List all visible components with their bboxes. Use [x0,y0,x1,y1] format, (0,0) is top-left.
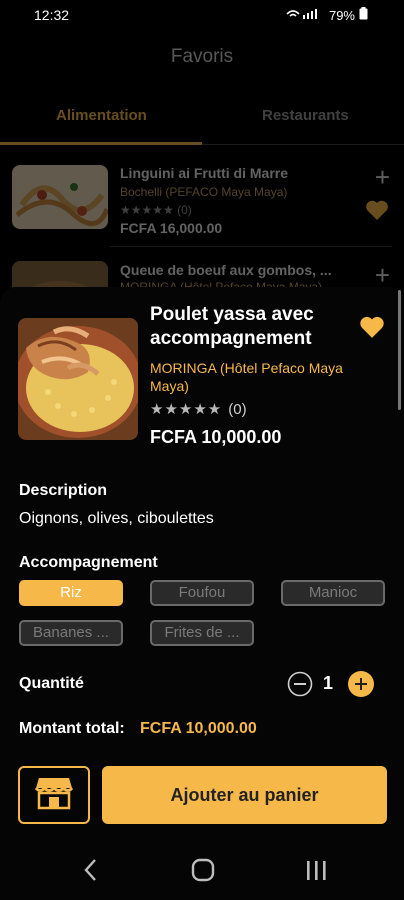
option-foufou[interactable]: Foufou [150,580,254,606]
restaurant-name[interactable]: MORINGA (Hôtel Pefaco Maya Maya) [150,359,380,395]
rating-count: (0) [228,400,247,418]
page-title: Favoris [170,46,234,67]
battery-icon [359,7,368,23]
dish-image [18,318,138,440]
description-text: Oignons, olives, ciboulettes [19,510,214,527]
nav-back-icon[interactable] [82,857,98,888]
status-bar: 12:32 79% [0,0,404,30]
heart-icon[interactable] [364,199,390,227]
tab-alimentation[interactable]: Alimentation [56,107,147,124]
scrollbar[interactable] [398,290,401,410]
option-riz[interactable]: Riz [19,580,123,606]
plus-circle-icon[interactable] [348,671,374,697]
description-heading: Description [19,482,108,499]
option-bananes[interactable]: Bananes ... [19,620,123,646]
plus-icon[interactable]: + [375,162,390,193]
dish-thumbnail [12,165,108,229]
nav-home-icon[interactable] [191,857,215,888]
option-manioc[interactable]: Manioc [281,580,385,606]
nav-recents-icon[interactable] [304,857,328,888]
system-nav-bar [0,845,404,900]
item-title: Queue de boeuf aux gombos, ... [120,262,332,278]
tab-active-indicator [0,142,202,145]
minus-circle-icon[interactable] [287,671,313,697]
total-label: Montant total: [19,720,125,737]
accompaniment-heading: Accompagnement [19,554,158,571]
list-item[interactable]: Linguini ai Frutti di Marre Bochelli (PE… [0,147,404,247]
heart-icon[interactable] [359,315,385,344]
signal-icon [285,8,325,23]
quantity-value: 1 [323,673,334,693]
status-time: 12:32 [34,7,70,23]
dish-title: Poulet yassa avec accompagnement [150,304,314,349]
rating-stars: ★★★★★ [150,401,223,418]
quantity-label: Quantité [19,675,84,692]
dish-price: FCFA 10,000.00 [150,427,282,447]
item-restaurant: Bochelli (PEFACO Maya Maya) [120,185,288,199]
item-rating: ★★★★★ (0) [120,203,192,217]
item-title: Linguini ai Frutti di Marre [120,165,288,181]
battery-percent: 79% [328,7,355,23]
store-button[interactable] [18,766,90,824]
option-frites[interactable]: Frites de ... [150,620,254,646]
item-price: FCFA 16,000.00 [120,220,223,236]
total-value: FCFA 10,000.00 [140,720,257,737]
add-to-cart-button[interactable]: Ajouter au panier [102,766,387,824]
tab-restaurants[interactable]: Restaurants [262,107,349,124]
rating: ★★★★★ (0) [150,400,247,419]
store-icon [34,776,74,815]
status-icons: 79% [285,7,368,23]
